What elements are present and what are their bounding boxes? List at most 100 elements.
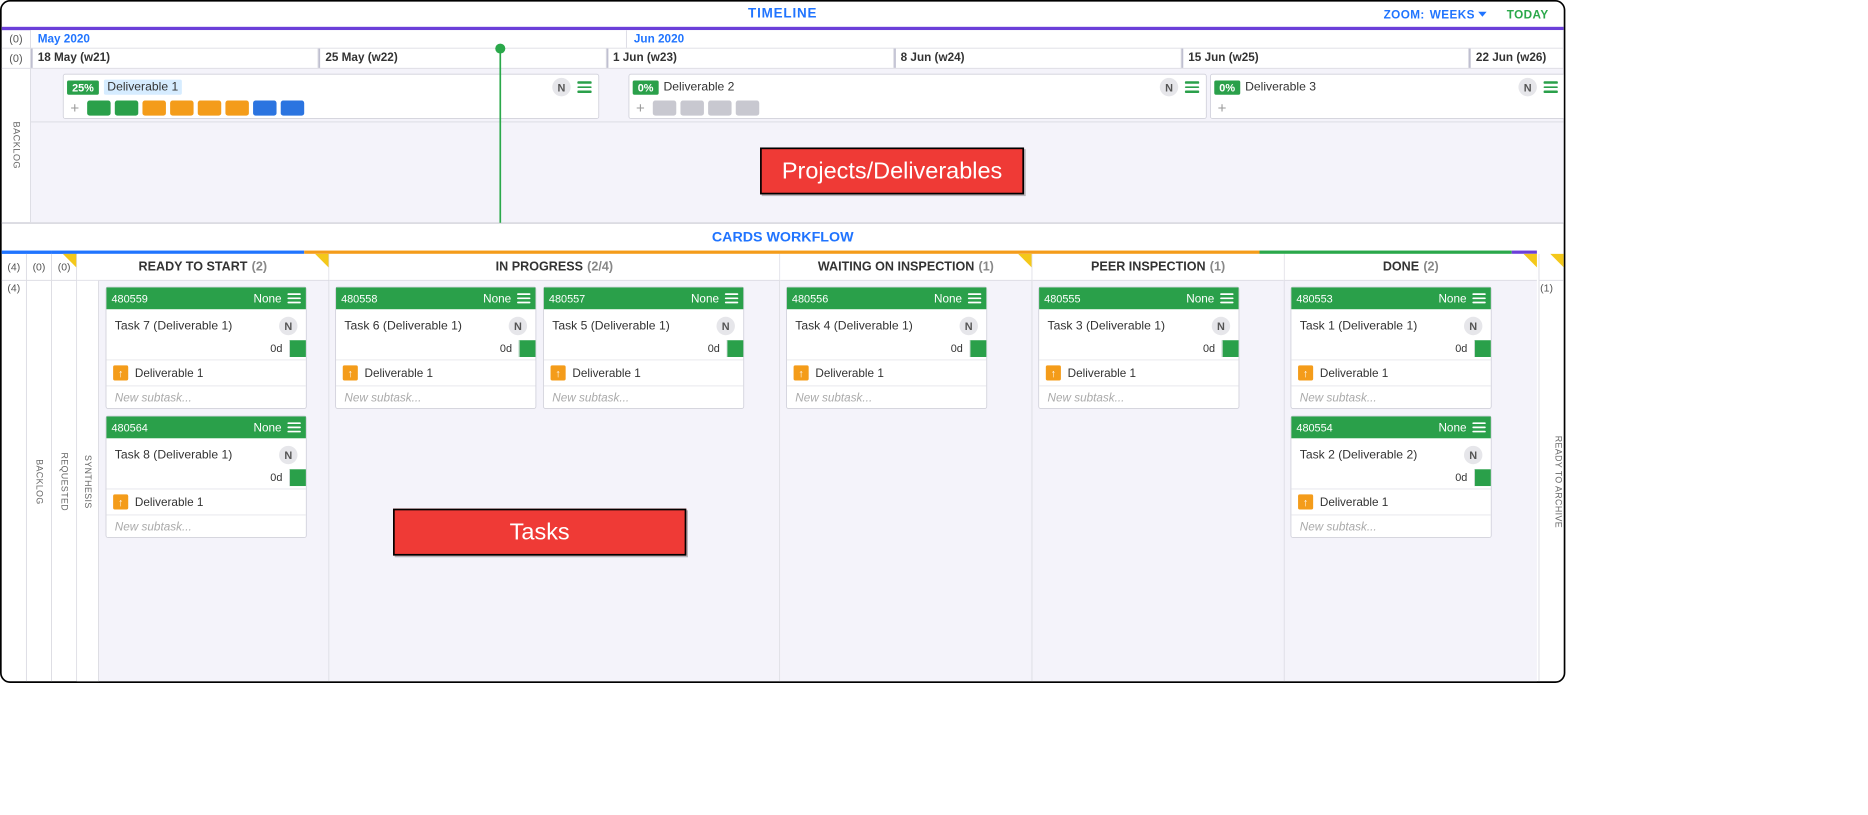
new-subtask-input[interactable]: New subtask... [106, 386, 305, 408]
menu-icon[interactable] [517, 293, 530, 303]
card-status-icon[interactable] [1222, 340, 1239, 357]
timeline-week[interactable]: 22 Jun (w26) [1469, 49, 1563, 68]
avatar[interactable]: N [1160, 78, 1178, 96]
task-card[interactable]: 480559 None Task 7 (Deliverable 1) N 0d … [106, 287, 307, 409]
add-chip-button[interactable]: + [1214, 101, 1230, 116]
task-chip[interactable] [87, 101, 110, 116]
new-subtask-input[interactable]: New subtask... [1039, 386, 1238, 408]
deliverable-card[interactable]: 25% Deliverable 1 N + [63, 74, 599, 119]
collapsed-column[interactable]: (1) READY TO ARCHIVE [1539, 254, 1564, 681]
card-status-icon[interactable] [727, 340, 744, 357]
card-header[interactable]: 480564 None [106, 416, 305, 438]
new-subtask-input[interactable]: New subtask... [1291, 386, 1490, 408]
avatar[interactable]: N [716, 317, 734, 335]
cards-workflow-title[interactable]: CARDS WORKFLOW [2, 223, 1564, 251]
new-subtask-input[interactable]: New subtask... [106, 515, 305, 537]
task-card[interactable]: 480554 None Task 2 (Deliverable 2) N 0d … [1291, 416, 1492, 538]
card-header[interactable]: 480554 None [1291, 416, 1490, 438]
task-chip[interactable] [735, 101, 758, 116]
card-status-icon[interactable] [289, 340, 306, 357]
card-parent-link[interactable]: ↑ Deliverable 1 [336, 360, 535, 386]
lane-header[interactable]: READY TO START (2) [77, 254, 328, 281]
lane-body[interactable]: 480558 None Task 6 (Deliverable 1) N 0d … [329, 281, 779, 682]
menu-icon[interactable] [577, 81, 591, 92]
timeline-week[interactable]: 8 Jun (w24) [894, 49, 1182, 68]
menu-icon[interactable] [1472, 423, 1485, 433]
lane-body[interactable]: SYNTHESIS 480559 None Task 7 (Deliverabl… [77, 281, 328, 682]
card-parent-link[interactable]: ↑ Deliverable 1 [106, 489, 305, 515]
task-chip[interactable] [253, 101, 276, 116]
task-chip[interactable] [170, 101, 193, 116]
lane-header[interactable]: PEER INSPECTION (1) [1032, 254, 1283, 281]
timeline-week[interactable]: 15 Jun (w25) [1182, 49, 1470, 68]
task-chip[interactable] [142, 101, 165, 116]
card-header[interactable]: 480559 None [106, 287, 305, 309]
lane-header[interactable]: DONE (2) [1285, 254, 1537, 281]
timeline-week[interactable]: 1 Jun (w23) [606, 49, 894, 68]
card-parent-link[interactable]: ↑ Deliverable 1 [544, 360, 743, 386]
task-card[interactable]: 480564 None Task 8 (Deliverable 1) N 0d … [106, 416, 307, 538]
card-parent-link[interactable]: ↑ Deliverable 1 [1291, 360, 1490, 386]
task-chip[interactable] [280, 101, 303, 116]
task-card[interactable]: 480556 None Task 4 (Deliverable 1) N 0d … [786, 287, 987, 409]
task-card[interactable]: 480558 None Task 6 (Deliverable 1) N 0d … [335, 287, 536, 409]
avatar[interactable]: N [960, 317, 978, 335]
task-chip[interactable] [708, 101, 731, 116]
card-header[interactable]: 480557 None [544, 287, 743, 309]
task-chip[interactable] [652, 101, 675, 116]
new-subtask-input[interactable]: New subtask... [544, 386, 743, 408]
card-parent-link[interactable]: ↑ Deliverable 1 [787, 360, 986, 386]
task-chip[interactable] [197, 101, 220, 116]
add-chip-button[interactable]: + [67, 101, 83, 116]
timeline-week[interactable]: 25 May (w22) [319, 49, 607, 68]
menu-icon[interactable] [1185, 81, 1199, 92]
menu-icon[interactable] [725, 293, 738, 303]
lane-header[interactable]: IN PROGRESS (2/4) [329, 254, 779, 281]
avatar[interactable]: N [279, 317, 297, 335]
menu-icon[interactable] [1220, 293, 1233, 303]
card-header[interactable]: 480553 None [1291, 287, 1490, 309]
menu-icon[interactable] [1472, 293, 1485, 303]
avatar[interactable]: N [1464, 446, 1482, 464]
menu-icon[interactable] [1544, 81, 1558, 92]
task-chip[interactable] [225, 101, 248, 116]
card-status-icon[interactable] [970, 340, 987, 357]
avatar[interactable]: N [1212, 317, 1230, 335]
zoom-select[interactable]: WEEKS [1430, 8, 1487, 21]
collapsed-column[interactable]: (0) REQUESTED [52, 254, 77, 681]
synthesis-column[interactable]: SYNTHESIS [77, 281, 99, 682]
lane-body[interactable]: 480555 None Task 3 (Deliverable 1) N 0d … [1032, 281, 1283, 682]
avatar[interactable]: N [1464, 317, 1482, 335]
collapsed-column[interactable]: (0) BACKLOG [27, 254, 52, 681]
add-chip-button[interactable]: + [633, 101, 649, 116]
card-status-icon[interactable] [519, 340, 536, 357]
card-header[interactable]: 480555 None [1039, 287, 1238, 309]
new-subtask-input[interactable]: New subtask... [787, 386, 986, 408]
menu-icon[interactable] [287, 423, 300, 433]
lane-header[interactable]: WAITING ON INSPECTION (1) [780, 254, 1031, 281]
backlog-label[interactable]: BACKLOG [11, 118, 21, 172]
new-subtask-input[interactable]: New subtask... [336, 386, 535, 408]
timeline-grid[interactable]: May 2020Jun 2020 18 May (w21)25 May (w22… [31, 30, 1564, 223]
card-status-icon[interactable] [1474, 469, 1491, 486]
menu-icon[interactable] [287, 293, 300, 303]
card-status-icon[interactable] [1474, 340, 1491, 357]
deliverable-card[interactable]: 0% Deliverable 3 N + [1210, 74, 1564, 119]
lane-body[interactable]: 480553 None Task 1 (Deliverable 1) N 0d … [1285, 281, 1537, 682]
collapsed-column[interactable]: (4) (4) [2, 254, 27, 681]
task-card[interactable]: 480555 None Task 3 (Deliverable 1) N 0d … [1038, 287, 1239, 409]
avatar[interactable]: N [509, 317, 527, 335]
card-header[interactable]: 480556 None [787, 287, 986, 309]
task-chip[interactable] [680, 101, 703, 116]
deliverable-card[interactable]: 0% Deliverable 2 N + [629, 74, 1207, 119]
menu-icon[interactable] [968, 293, 981, 303]
avatar[interactable]: N [1518, 78, 1536, 96]
timeline-week[interactable]: 18 May (w21) [31, 49, 319, 68]
avatar[interactable]: N [279, 446, 297, 464]
task-card[interactable]: 480557 None Task 5 (Deliverable 1) N 0d … [543, 287, 744, 409]
card-parent-link[interactable]: ↑ Deliverable 1 [1291, 489, 1490, 515]
today-button[interactable]: TODAY [1507, 8, 1549, 21]
task-card[interactable]: 480553 None Task 1 (Deliverable 1) N 0d … [1291, 287, 1492, 409]
card-status-icon[interactable] [289, 469, 306, 486]
card-header[interactable]: 480558 None [336, 287, 535, 309]
